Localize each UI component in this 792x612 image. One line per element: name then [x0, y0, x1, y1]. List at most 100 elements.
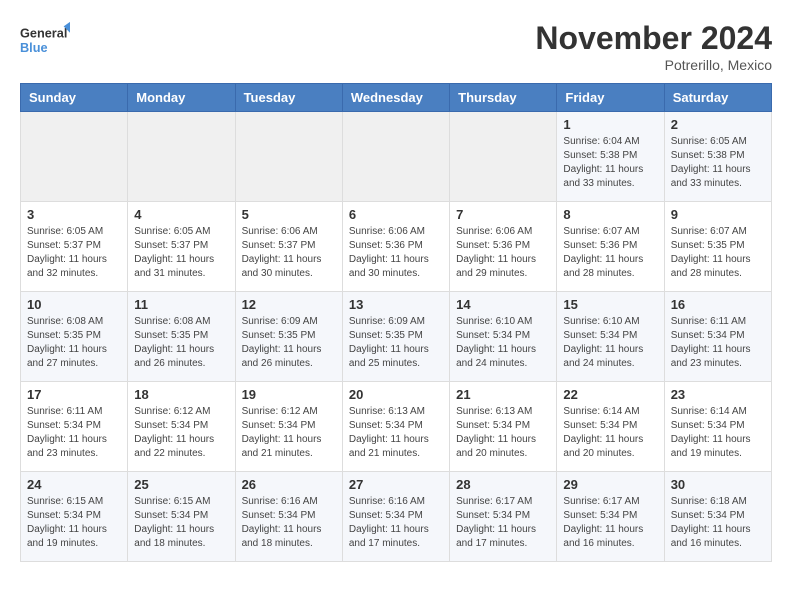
day-number: 10	[27, 297, 121, 312]
day-number: 1	[563, 117, 657, 132]
week-row-1: 1 Sunrise: 6:04 AM Sunset: 5:38 PM Daylig…	[21, 112, 772, 202]
cell-week5-day6: 30Sunrise: 6:18 AM Sunset: 5:34 PM Dayli…	[664, 472, 771, 562]
cell-week3-day4: 14 Sunrise: 6:10 AM Sunset: 5:34 PM Dayli…	[450, 292, 557, 382]
day-info: Sunrise: 6:05 AM Sunset: 5:37 PM Dayligh…	[134, 225, 228, 281]
day-number: 24	[27, 477, 121, 492]
calendar-header: Sunday Monday Tuesday Wednesday Thursday…	[21, 84, 772, 112]
day-info: Sunrise: 6:12 AM Sunset: 5:34 PM Dayligh…	[134, 405, 228, 461]
day-info: Sunrise: 6:05 AM Sunset: 5:37 PM Dayligh…	[27, 225, 121, 281]
day-number: 21	[456, 387, 550, 402]
cell-week5-day0: 24 Sunrise: 6:15 AM Sunset: 5:34 PM Dayli…	[21, 472, 128, 562]
day-number: 7	[456, 207, 550, 222]
day-number: 6	[349, 207, 443, 222]
cell-week5-day3: 27 Sunrise: 6:16 AM Sunset: 5:34 PM Dayli…	[342, 472, 449, 562]
header-row: Sunday Monday Tuesday Wednesday Thursday…	[21, 84, 772, 112]
day-number: 11	[134, 297, 228, 312]
day-info: Sunrise: 6:13 AM Sunset: 5:34 PM Dayligh…	[456, 405, 550, 461]
day-number: 20	[349, 387, 443, 402]
cell-week1-day5: 1 Sunrise: 6:04 AM Sunset: 5:38 PM Daylig…	[557, 112, 664, 202]
day-info: Sunrise: 6:14 AM Sunset: 5:34 PM Dayligh…	[563, 405, 657, 461]
day-info: Sunrise: 6:09 AM Sunset: 5:35 PM Dayligh…	[349, 315, 443, 371]
cell-week2-day2: 5Sunrise: 6:06 AM Sunset: 5:37 PM Daylig…	[235, 202, 342, 292]
cell-week2-day4: 7 Sunrise: 6:06 AM Sunset: 5:36 PM Daylig…	[450, 202, 557, 292]
cell-week3-day6: 16Sunrise: 6:11 AM Sunset: 5:34 PM Dayli…	[664, 292, 771, 382]
day-number: 8	[563, 207, 657, 222]
cell-week5-day4: 28Sunrise: 6:17 AM Sunset: 5:34 PM Dayli…	[450, 472, 557, 562]
week-row-3: 10 Sunrise: 6:08 AM Sunset: 5:35 PM Dayli…	[21, 292, 772, 382]
day-number: 9	[671, 207, 765, 222]
day-number: 16	[671, 297, 765, 312]
day-number: 18	[134, 387, 228, 402]
cell-week4-day3: 20 Sunrise: 6:13 AM Sunset: 5:34 PM Dayli…	[342, 382, 449, 472]
header-tuesday: Tuesday	[235, 84, 342, 112]
day-info: Sunrise: 6:06 AM Sunset: 5:37 PM Dayligh…	[242, 225, 336, 281]
day-info: Sunrise: 6:16 AM Sunset: 5:34 PM Dayligh…	[349, 495, 443, 551]
day-number: 3	[27, 207, 121, 222]
cell-week5-day2: 26 Sunrise: 6:16 AM Sunset: 5:34 PM Dayli…	[235, 472, 342, 562]
day-info: Sunrise: 6:08 AM Sunset: 5:35 PM Dayligh…	[27, 315, 121, 371]
location: Potrerillo, Mexico	[535, 57, 772, 73]
cell-week2-day3: 6 Sunrise: 6:06 AM Sunset: 5:36 PM Daylig…	[342, 202, 449, 292]
day-number: 15	[563, 297, 657, 312]
day-info: Sunrise: 6:06 AM Sunset: 5:36 PM Dayligh…	[456, 225, 550, 281]
cell-week1-day1	[128, 112, 235, 202]
day-number: 14	[456, 297, 550, 312]
cell-week3-day2: 12 Sunrise: 6:09 AM Sunset: 5:35 PM Dayli…	[235, 292, 342, 382]
cell-week1-day6: 2 Sunrise: 6:05 AM Sunset: 5:38 PM Daylig…	[664, 112, 771, 202]
day-info: Sunrise: 6:15 AM Sunset: 5:34 PM Dayligh…	[27, 495, 121, 551]
day-info: Sunrise: 6:04 AM Sunset: 5:38 PM Dayligh…	[563, 135, 657, 191]
cell-week3-day0: 10 Sunrise: 6:08 AM Sunset: 5:35 PM Dayli…	[21, 292, 128, 382]
day-number: 28	[456, 477, 550, 492]
header-thursday: Thursday	[450, 84, 557, 112]
header-sunday: Sunday	[21, 84, 128, 112]
day-info: Sunrise: 6:10 AM Sunset: 5:34 PM Dayligh…	[456, 315, 550, 371]
day-number: 13	[349, 297, 443, 312]
cell-week2-day6: 9 Sunrise: 6:07 AM Sunset: 5:35 PM Daylig…	[664, 202, 771, 292]
week-row-4: 17Sunrise: 6:11 AM Sunset: 5:34 PM Dayli…	[21, 382, 772, 472]
cell-week2-day1: 4 Sunrise: 6:05 AM Sunset: 5:37 PM Daylig…	[128, 202, 235, 292]
svg-text:Blue: Blue	[20, 40, 48, 55]
day-info: Sunrise: 6:05 AM Sunset: 5:38 PM Dayligh…	[671, 135, 765, 191]
cell-week2-day5: 8 Sunrise: 6:07 AM Sunset: 5:36 PM Daylig…	[557, 202, 664, 292]
cell-week2-day0: 3 Sunrise: 6:05 AM Sunset: 5:37 PM Daylig…	[21, 202, 128, 292]
cell-week1-day4	[450, 112, 557, 202]
day-info: Sunrise: 6:08 AM Sunset: 5:35 PM Dayligh…	[134, 315, 228, 371]
cell-week4-day1: 18 Sunrise: 6:12 AM Sunset: 5:34 PM Dayli…	[128, 382, 235, 472]
day-number: 29	[563, 477, 657, 492]
day-info: Sunrise: 6:07 AM Sunset: 5:36 PM Dayligh…	[563, 225, 657, 281]
day-info: Sunrise: 6:06 AM Sunset: 5:36 PM Dayligh…	[349, 225, 443, 281]
header-saturday: Saturday	[664, 84, 771, 112]
day-info: Sunrise: 6:13 AM Sunset: 5:34 PM Dayligh…	[349, 405, 443, 461]
cell-week5-day1: 25 Sunrise: 6:15 AM Sunset: 5:34 PM Dayli…	[128, 472, 235, 562]
cell-week1-day2	[235, 112, 342, 202]
month-title: November 2024	[535, 20, 772, 57]
day-number: 27	[349, 477, 443, 492]
day-info: Sunrise: 6:15 AM Sunset: 5:34 PM Dayligh…	[134, 495, 228, 551]
day-info: Sunrise: 6:17 AM Sunset: 5:34 PM Dayligh…	[563, 495, 657, 551]
header-wednesday: Wednesday	[342, 84, 449, 112]
cell-week4-day5: 22Sunrise: 6:14 AM Sunset: 5:34 PM Dayli…	[557, 382, 664, 472]
day-info: Sunrise: 6:07 AM Sunset: 5:35 PM Dayligh…	[671, 225, 765, 281]
logo: General Blue	[20, 20, 70, 60]
cell-week4-day6: 23Sunrise: 6:14 AM Sunset: 5:34 PM Dayli…	[664, 382, 771, 472]
day-number: 26	[242, 477, 336, 492]
cell-week1-day0	[21, 112, 128, 202]
cell-week3-day1: 11 Sunrise: 6:08 AM Sunset: 5:35 PM Dayli…	[128, 292, 235, 382]
page-header: General Blue November 2024 Potrerillo, M…	[20, 20, 772, 73]
cell-week1-day3	[342, 112, 449, 202]
week-row-2: 3 Sunrise: 6:05 AM Sunset: 5:37 PM Daylig…	[21, 202, 772, 292]
day-info: Sunrise: 6:16 AM Sunset: 5:34 PM Dayligh…	[242, 495, 336, 551]
day-number: 4	[134, 207, 228, 222]
day-number: 23	[671, 387, 765, 402]
cell-week4-day4: 21 Sunrise: 6:13 AM Sunset: 5:34 PM Dayli…	[450, 382, 557, 472]
svg-text:General: General	[20, 25, 67, 40]
logo-svg: General Blue	[20, 20, 70, 60]
day-info: Sunrise: 6:12 AM Sunset: 5:34 PM Dayligh…	[242, 405, 336, 461]
cell-week3-day5: 15Sunrise: 6:10 AM Sunset: 5:34 PM Dayli…	[557, 292, 664, 382]
day-info: Sunrise: 6:09 AM Sunset: 5:35 PM Dayligh…	[242, 315, 336, 371]
day-number: 12	[242, 297, 336, 312]
day-number: 25	[134, 477, 228, 492]
header-friday: Friday	[557, 84, 664, 112]
day-number: 2	[671, 117, 765, 132]
cell-week4-day0: 17Sunrise: 6:11 AM Sunset: 5:34 PM Dayli…	[21, 382, 128, 472]
